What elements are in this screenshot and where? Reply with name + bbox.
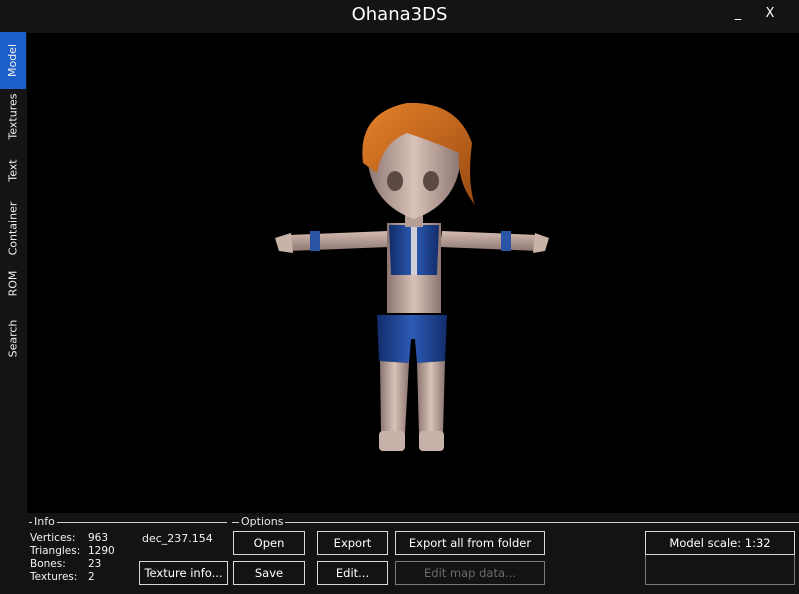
model-scale-button[interactable]: Model scale: 1:32 — [645, 531, 795, 555]
bones-value: 23 — [88, 558, 102, 570]
tab-text[interactable]: Text — [0, 150, 26, 190]
tab-textures-label: Textures — [6, 93, 20, 139]
tab-model[interactable]: Model — [0, 32, 26, 89]
right-eye — [423, 171, 439, 191]
textures-label: Textures: — [30, 571, 78, 583]
tab-container[interactable]: Container — [0, 195, 26, 261]
options-group-line — [232, 522, 799, 523]
right-hand — [533, 233, 549, 253]
tab-search-label: Search — [6, 319, 20, 357]
tab-textures[interactable]: Textures — [0, 89, 26, 143]
right-leg — [417, 361, 445, 433]
bones-label: Bones: — [30, 558, 66, 570]
textures-value: 2 — [88, 571, 95, 583]
model-render — [275, 102, 549, 451]
left-eye — [387, 171, 403, 191]
texture-info-button[interactable]: Texture info... — [139, 561, 228, 585]
left-hand — [275, 233, 293, 253]
model-file-name: dec_237.154 — [142, 532, 213, 545]
edit-button[interactable]: Edit... — [317, 561, 388, 585]
title-bar[interactable]: Ohana3DS _ X — [0, 0, 799, 32]
app-window: Ohana3DS _ X Model Textures Text Contain… — [0, 0, 799, 594]
bottom-panel: Info Options Vertices: 963 Triangles: 12… — [27, 513, 799, 594]
triangles-value: 1290 — [88, 545, 115, 557]
info-group-line — [29, 522, 227, 523]
export-button[interactable]: Export — [317, 531, 388, 555]
model-viewport[interactable] — [27, 33, 799, 513]
window-title: Ohana3DS — [351, 4, 448, 25]
top-zipper — [411, 227, 417, 275]
shorts — [377, 315, 447, 363]
tab-rom[interactable]: ROM — [0, 268, 26, 298]
sidebar-tabs: Model Textures Text Container ROM Search — [0, 32, 27, 594]
minimize-button[interactable]: _ — [728, 6, 748, 24]
tab-rom-label: ROM — [6, 270, 20, 296]
triangles-label: Triangles: — [30, 545, 81, 557]
vertices-value: 963 — [88, 532, 109, 544]
right-foot — [419, 431, 444, 451]
options-group-label: Options — [239, 515, 286, 528]
left-wristband — [310, 231, 320, 251]
tab-model-label: Model — [6, 43, 20, 78]
tab-container-label: Container — [6, 201, 20, 255]
info-group-label: Info — [32, 515, 57, 528]
model-scale-slider[interactable] — [645, 555, 795, 585]
left-foot — [379, 431, 405, 451]
tab-text-label: Text — [6, 158, 20, 182]
edit-map-data-button: Edit map data... — [395, 561, 545, 585]
tab-search[interactable]: Search — [0, 313, 26, 363]
export-all-button[interactable]: Export all from folder — [395, 531, 545, 555]
left-arm — [289, 231, 389, 251]
vertices-label: Vertices: — [30, 532, 76, 544]
close-button[interactable]: X — [760, 6, 780, 24]
left-leg — [380, 361, 409, 433]
right-arm — [440, 231, 539, 251]
open-button[interactable]: Open — [233, 531, 305, 555]
right-wristband — [501, 231, 511, 251]
save-button[interactable]: Save — [233, 561, 305, 585]
